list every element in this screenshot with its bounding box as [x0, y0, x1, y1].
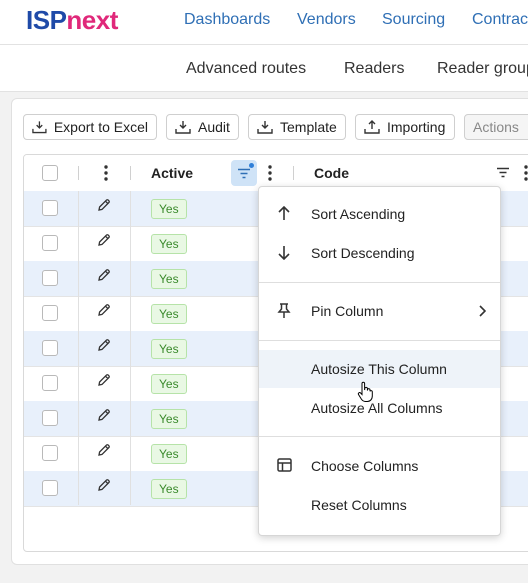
template-label: Template [280, 119, 337, 135]
row-checkbox[interactable] [42, 340, 58, 356]
template-button[interactable]: Template [248, 114, 346, 140]
column-menu-icon[interactable] [524, 165, 528, 181]
pin-icon [277, 303, 291, 318]
column-menu-icon[interactable] [104, 165, 108, 181]
menu-label: Sort Descending [311, 245, 415, 261]
menu-label: Pin Column [311, 303, 384, 319]
menu-label: Autosize This Column [311, 361, 447, 377]
ispnext-logo[interactable]: ISPnext [26, 4, 118, 36]
actions-label: Actions [473, 119, 519, 135]
menu-divider [259, 436, 500, 437]
row-checkbox[interactable] [42, 480, 58, 496]
hand-cursor-icon [357, 381, 373, 402]
subnav-advanced-routes[interactable]: Advanced routes [186, 60, 306, 78]
edit-pencil-icon[interactable] [97, 408, 111, 422]
menu-sort-ascending[interactable]: Sort Ascending [259, 195, 500, 233]
top-navigation: ISPnext Dashboards Vendors Sourcing Cont… [0, 0, 528, 45]
row-checkbox[interactable] [42, 235, 58, 251]
edit-pencil-icon[interactable] [97, 268, 111, 282]
active-status-badge: Yes [151, 199, 187, 219]
menu-label: Sort Ascending [311, 206, 406, 222]
actions-dropdown[interactable]: Actions [464, 114, 528, 140]
edit-pencil-icon[interactable] [97, 338, 111, 352]
menu-autosize-this-column[interactable]: Autosize This Column [259, 350, 500, 388]
active-status-badge: Yes [151, 479, 187, 499]
filter-active-dot [249, 163, 254, 168]
active-status-badge: Yes [151, 269, 187, 289]
menu-reset-columns[interactable]: Reset Columns [259, 486, 500, 524]
header-active[interactable]: Active [151, 165, 193, 181]
nav-sourcing[interactable]: Sourcing [382, 11, 445, 29]
export-to-excel-label: Export to Excel [53, 119, 148, 135]
select-all-checkbox[interactable] [42, 165, 58, 181]
row-checkbox[interactable] [42, 200, 58, 216]
edit-pencil-icon[interactable] [97, 478, 111, 492]
subnav-reader-groups[interactable]: Reader group [437, 60, 528, 78]
active-status-badge: Yes [151, 304, 187, 324]
menu-pin-column[interactable]: Pin Column [259, 292, 500, 330]
importing-button[interactable]: Importing [355, 114, 455, 140]
nav-contracts[interactable]: Contrac [472, 11, 528, 29]
row-checkbox[interactable] [42, 445, 58, 461]
menu-divider [259, 282, 500, 283]
subnav-readers[interactable]: Readers [344, 60, 404, 78]
menu-label: Autosize All Columns [311, 400, 443, 416]
upload-icon [364, 120, 380, 134]
header-code[interactable]: Code [314, 165, 349, 181]
logo-part-isp: ISP [26, 5, 67, 35]
row-checkbox[interactable] [42, 410, 58, 426]
menu-sort-descending[interactable]: Sort Descending [259, 234, 500, 272]
column-separator [78, 166, 79, 180]
edit-pencil-icon[interactable] [97, 373, 111, 387]
row-checkbox[interactable] [42, 305, 58, 321]
edit-pencil-icon[interactable] [97, 303, 111, 317]
menu-autosize-all-columns[interactable]: Autosize All Columns [259, 389, 500, 427]
column-separator [130, 166, 131, 180]
menu-label: Choose Columns [311, 458, 419, 474]
active-status-badge: Yes [151, 339, 187, 359]
edit-pencil-icon[interactable] [97, 198, 111, 212]
active-status-badge: Yes [151, 374, 187, 394]
active-status-badge: Yes [151, 444, 187, 464]
column-divider [130, 191, 131, 505]
column-separator [293, 166, 294, 180]
audit-label: Audit [198, 119, 230, 135]
arrow-down-icon [278, 246, 290, 260]
active-status-badge: Yes [151, 234, 187, 254]
nav-dashboards[interactable]: Dashboards [184, 11, 270, 29]
export-to-excel-button[interactable]: Export to Excel [23, 114, 157, 140]
download-icon [175, 121, 191, 134]
menu-choose-columns[interactable]: Choose Columns [259, 447, 500, 485]
filter-icon [238, 168, 250, 179]
edit-pencil-icon[interactable] [97, 233, 111, 247]
arrow-up-icon [278, 206, 290, 220]
sub-navigation: Advanced routes Readers Reader group [0, 45, 528, 92]
nav-vendors[interactable]: Vendors [297, 11, 356, 29]
column-divider [78, 191, 79, 505]
active-status-badge: Yes [151, 409, 187, 429]
edit-pencil-icon[interactable] [97, 443, 111, 457]
importing-label: Importing [387, 119, 446, 135]
download-icon [32, 121, 47, 134]
column-menu: Sort Ascending Sort Descending Pin Colum… [258, 186, 501, 536]
download-icon [257, 121, 273, 134]
row-checkbox[interactable] [42, 375, 58, 391]
audit-button[interactable]: Audit [166, 114, 239, 140]
filter-icon[interactable] [496, 167, 510, 178]
chevron-right-icon [479, 305, 486, 317]
column-menu-icon[interactable] [268, 165, 272, 181]
row-checkbox[interactable] [42, 270, 58, 286]
menu-divider [259, 340, 500, 341]
menu-label: Reset Columns [311, 497, 407, 513]
logo-part-next: next [66, 5, 118, 35]
table-columns-icon [277, 458, 292, 472]
active-filter-button[interactable] [231, 160, 257, 186]
